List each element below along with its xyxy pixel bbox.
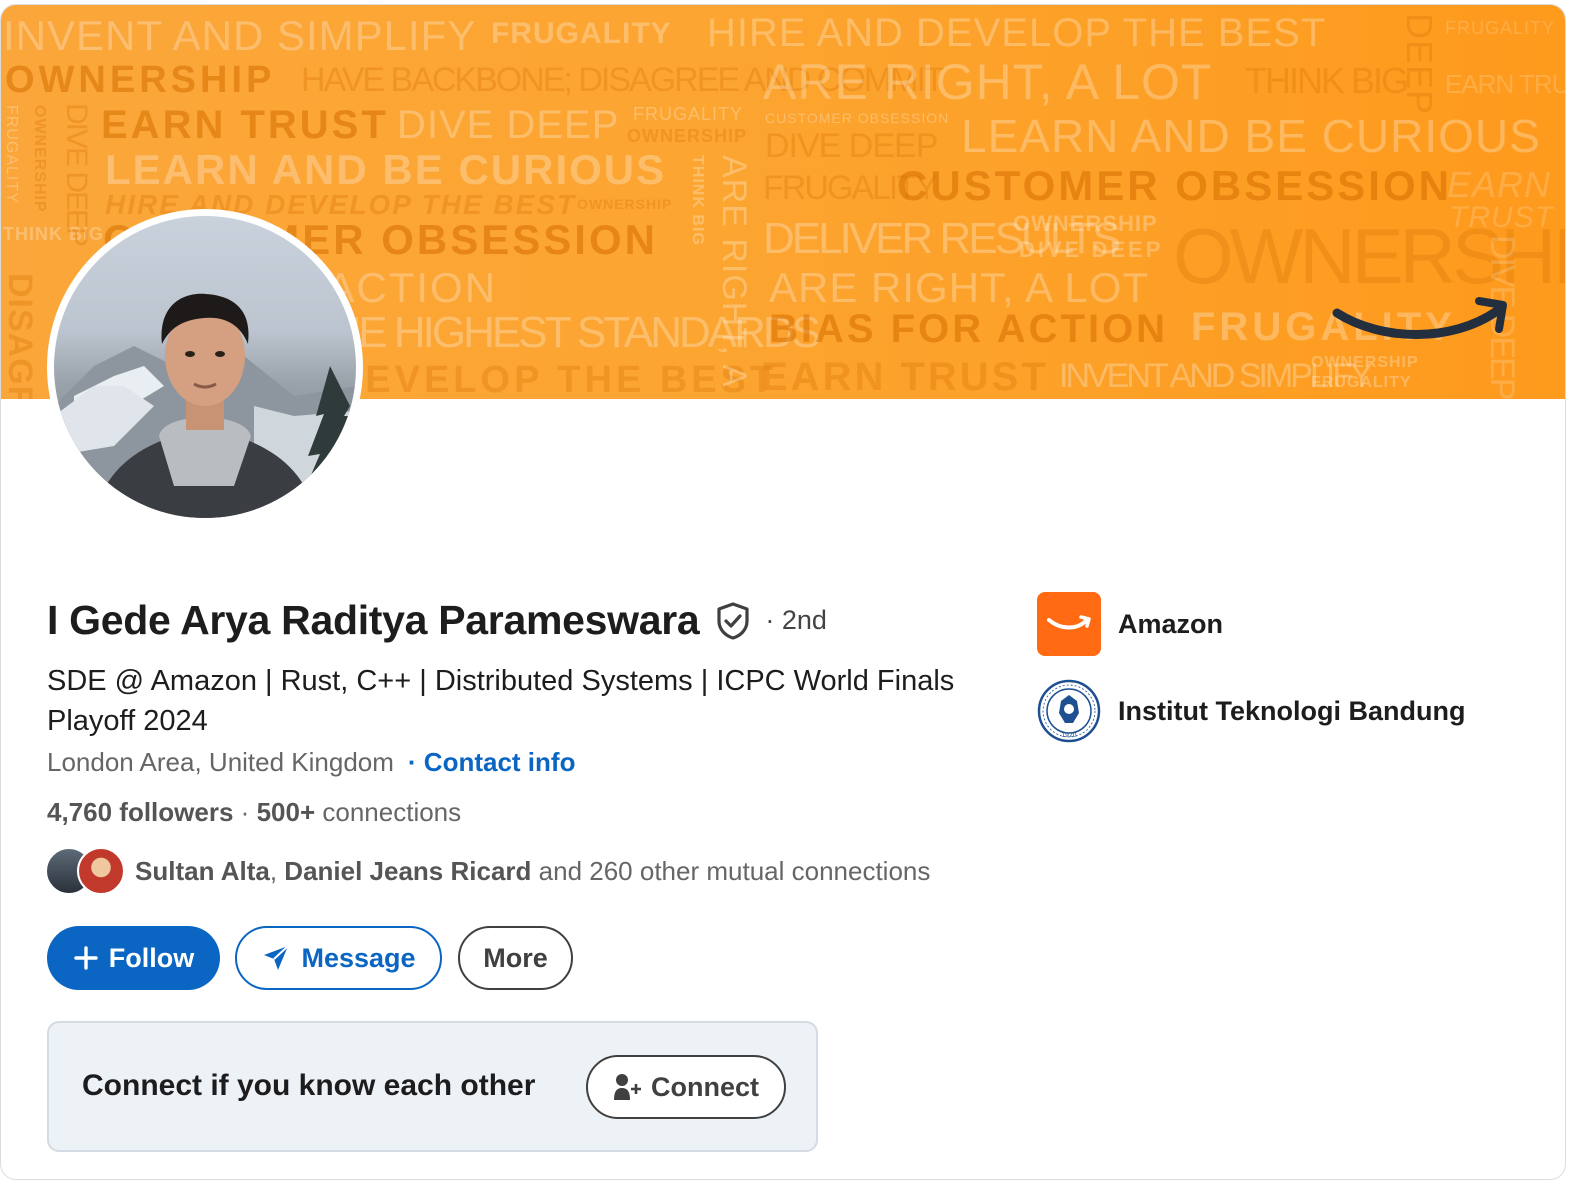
plus-icon	[74, 946, 98, 970]
connect-label: Connect	[651, 1071, 759, 1102]
banner-word: ARE RIGHT, A LOT	[763, 54, 1213, 110]
connections-label: connections	[322, 797, 462, 827]
banner-word: THINK BIG	[1245, 60, 1409, 101]
mutual-name: Daniel Jeans Ricard	[284, 855, 532, 886]
profile-avatar[interactable]	[47, 209, 363, 525]
profile-headline: SDE @ Amazon | Rust, C++ | Distributed S…	[47, 665, 955, 737]
more-label: More	[483, 942, 548, 973]
connections-count[interactable]: 500+	[257, 797, 316, 827]
banner-word: OWNERSHIP	[1013, 211, 1158, 236]
profile-name-row: I Gede Arya Raditya Parameswara · 2nd	[47, 597, 827, 644]
banner-word: FRUGALITY	[1445, 18, 1556, 38]
banner-word: CUSTOMER OBSESSION	[897, 162, 1452, 209]
contact-info-link[interactable]: · Contact info	[408, 747, 576, 778]
banner-word: ARE RIGHT, A LOT	[769, 264, 1150, 311]
banner-word: CUSTOMER OBSESSION	[765, 110, 950, 126]
banner-word: DIVE DEEP	[397, 103, 620, 147]
message-button[interactable]: Message	[235, 926, 442, 990]
mutual-connections[interactable]: Sultan Alta, Daniel Jeans Ricard and 260…	[45, 847, 930, 895]
banner-word: DIVE DEEP	[765, 127, 938, 165]
banner-word: EARN	[1447, 164, 1552, 205]
banner-word: HIRE AND DEVELOP THE BEST	[707, 11, 1327, 55]
company-name: Amazon	[1118, 608, 1224, 639]
mutual-rest: and 260 other mutual connections	[538, 855, 931, 886]
current-company[interactable]: Amazon	[1037, 592, 1223, 656]
verified-shield-icon[interactable]	[713, 601, 753, 641]
banner-word: THINK BIG	[689, 155, 706, 246]
more-button[interactable]: More	[458, 926, 573, 990]
stats-separator: ·	[240, 797, 250, 827]
banner-word: EARN TRUST	[101, 103, 389, 147]
banner-word: FRUGALITY	[491, 17, 672, 50]
followers-count[interactable]: 4,760 followers	[47, 797, 233, 827]
banner-word: FRUGALITY	[633, 104, 744, 124]
banner-word: DIVE DEEP	[1019, 237, 1164, 262]
send-icon	[264, 945, 290, 970]
amazon-smile-arrow-icon	[1332, 297, 1507, 339]
connection-degree: · 2nd	[765, 605, 827, 635]
banner-word: ARE RIGHT, A LOT	[715, 155, 753, 399]
banner-word: INVENT AND SIMPLIFY	[3, 12, 477, 59]
profile-photo	[54, 216, 356, 518]
education-school[interactable]: 1920 Institut Teknologi Bandung	[1037, 679, 1465, 743]
banner-word: EARN TRUST	[761, 355, 1049, 399]
network-stats: 4,760 followers · 500+ connections	[47, 797, 461, 828]
add-person-icon	[614, 1074, 641, 1100]
banner-word: LEARN AND BE CURIOUS	[961, 110, 1541, 162]
location-row: London Area, United Kingdom · Contact in…	[47, 747, 575, 778]
banner-word: EARN TRUST	[1445, 69, 1565, 99]
profile-name: I Gede Arya Raditya Parameswara	[47, 597, 700, 643]
profile-card: INVENT AND SIMPLIFY FRUGALITY HIRE AND D…	[0, 4, 1566, 1180]
banner-word: FRUGALITY	[3, 105, 20, 204]
banner-word: BIAS FOR ACTION	[769, 307, 1169, 351]
connect-button[interactable]: Connect	[586, 1055, 786, 1119]
banner-word: OWNERSHIP	[627, 126, 748, 146]
itb-seal-year: 1920	[1061, 732, 1076, 739]
banner-word: OWNERSHIP	[1311, 354, 1419, 371]
mutual-avatars	[45, 847, 127, 895]
banner-word: OWNERSHIP	[31, 105, 48, 213]
banner-word: LEARN AND BE CURIOUS	[105, 146, 667, 193]
message-label: Message	[301, 942, 416, 973]
banner-word: OWNERSHIP	[577, 196, 673, 212]
school-name: Institut Teknologi Bandung	[1118, 695, 1466, 726]
banner-word: FRUGALITY	[1311, 374, 1412, 391]
amazon-logo-icon	[1037, 592, 1101, 656]
banner-word: DISAGREE	[1, 273, 39, 399]
follow-button[interactable]: Follow	[47, 926, 220, 990]
mutual-name: Sultan Alta	[135, 855, 270, 886]
mutual-avatar	[77, 847, 125, 895]
banner-word: DEEP	[1399, 13, 1440, 116]
banner-word: OWNERSHIP	[5, 59, 276, 101]
follow-label: Follow	[108, 942, 195, 973]
mutual-comma: ,	[269, 855, 278, 886]
connect-prompt-text: Connect if you know each other	[82, 1069, 536, 1102]
connect-prompt: Connect if you know each other Connect	[47, 1021, 818, 1152]
profile-location: London Area, United Kingdom	[47, 747, 394, 777]
itb-seal-icon: 1920	[1037, 679, 1101, 743]
mutual-connections-text: Sultan Alta, Daniel Jeans Ricard and 260…	[135, 856, 930, 887]
